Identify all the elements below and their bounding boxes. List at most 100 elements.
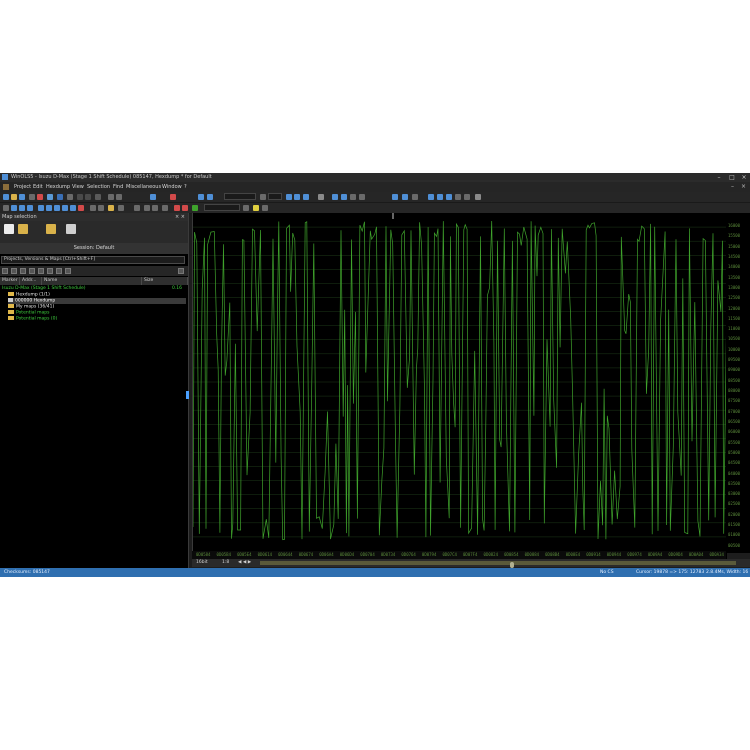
- value-field[interactable]: [224, 193, 256, 200]
- factor-icon[interactable]: [108, 205, 114, 211]
- mark-icon[interactable]: [70, 205, 76, 211]
- next-icon[interactable]: [207, 194, 213, 200]
- menu-selection[interactable]: Selection: [87, 182, 110, 192]
- options-icon[interactable]: [475, 194, 481, 200]
- smooth-icon[interactable]: [152, 205, 158, 211]
- float-icon[interactable]: [455, 194, 461, 200]
- filter-2d-icon[interactable]: [20, 268, 26, 274]
- grid-icon[interactable]: [318, 194, 324, 200]
- col-name[interactable]: Name: [42, 277, 142, 285]
- menu-hexdump[interactable]: Hexdump: [46, 182, 70, 192]
- bits-16-icon[interactable]: [437, 194, 443, 200]
- find-icon[interactable]: [150, 194, 156, 200]
- properties-icon[interactable]: [3, 205, 9, 211]
- last-icon[interactable]: [62, 205, 68, 211]
- tree-row-potential-maps-empty[interactable]: Potential maps (0): [8, 316, 57, 322]
- view-2d-icon[interactable]: [286, 194, 292, 200]
- mdi-minimize-button[interactable]: –: [731, 182, 734, 192]
- col-size[interactable]: Size: [142, 277, 188, 285]
- menu-project[interactable]: Project: [14, 182, 31, 192]
- flatten-icon[interactable]: [144, 205, 150, 211]
- cut-icon[interactable]: [77, 194, 83, 200]
- delete-icon[interactable]: [37, 194, 43, 200]
- map-icon[interactable]: [11, 205, 17, 211]
- prev-icon[interactable]: [198, 194, 204, 200]
- project-filter-input[interactable]: Projects, Versions & Maps [Ctrl+Shift+F]: [1, 256, 185, 264]
- menu-edit[interactable]: Edit: [33, 182, 43, 192]
- endian-icon[interactable]: [464, 194, 470, 200]
- copy-icon[interactable]: [85, 194, 91, 200]
- hex-icon[interactable]: [392, 194, 398, 200]
- new-project-icon[interactable]: [4, 224, 14, 234]
- red-flag-icon[interactable]: [174, 205, 180, 211]
- forward-icon[interactable]: [54, 205, 60, 211]
- redo-icon[interactable]: [116, 194, 122, 200]
- filter-folder-icon[interactable]: [65, 268, 71, 274]
- horizontal-scrollbar[interactable]: [260, 561, 736, 568]
- monitor-icon[interactable]: [57, 194, 63, 200]
- spin-icon[interactable]: [260, 194, 266, 200]
- save-icon[interactable]: [19, 194, 25, 200]
- filter-3d-icon[interactable]: [29, 268, 35, 274]
- bit-mode-label[interactable]: 16bit: [196, 559, 208, 567]
- stop-icon[interactable]: [170, 194, 176, 200]
- step-field[interactable]: [268, 193, 282, 200]
- bits-8-icon[interactable]: [428, 194, 434, 200]
- view-text-icon[interactable]: [303, 194, 309, 200]
- filter-marked-icon[interactable]: [47, 268, 53, 274]
- back-icon[interactable]: [46, 205, 52, 211]
- menu-miscellaneous[interactable]: Miscellaneous: [126, 182, 161, 192]
- filter-all-icon[interactable]: [2, 268, 8, 274]
- signed-icon[interactable]: [412, 194, 418, 200]
- hexdump-2d-graph[interactable]: [192, 213, 727, 563]
- add-icon[interactable]: [98, 205, 104, 211]
- filter-changed-icon[interactable]: [56, 268, 62, 274]
- menu-view[interactable]: View: [72, 182, 84, 192]
- set-icon[interactable]: [118, 205, 124, 211]
- interpolate-icon[interactable]: [134, 205, 140, 211]
- panel-close-button[interactable]: × ×: [175, 213, 185, 221]
- col-address[interactable]: Addr...: [20, 277, 42, 285]
- session-label[interactable]: Session: Default: [0, 243, 188, 254]
- close-button[interactable]: ×: [738, 173, 750, 182]
- zoom-in-icon[interactable]: [332, 194, 338, 200]
- checksum-icon[interactable]: [27, 205, 33, 211]
- window-icon[interactable]: [47, 194, 53, 200]
- filter-text-icon[interactable]: [38, 268, 44, 274]
- menu-window[interactable]: Window: [162, 182, 182, 192]
- search-go-icon[interactable]: [243, 205, 249, 211]
- export-icon[interactable]: [66, 224, 76, 234]
- undo-icon[interactable]: [108, 194, 114, 200]
- red-mark-icon[interactable]: [182, 205, 188, 211]
- width-icon[interactable]: [350, 194, 356, 200]
- zoom-out-icon[interactable]: [341, 194, 347, 200]
- first-icon[interactable]: [38, 205, 44, 211]
- import-icon[interactable]: [29, 194, 35, 200]
- zoom-label[interactable]: 1:8: [222, 559, 229, 567]
- height-icon[interactable]: [359, 194, 365, 200]
- minimize-button[interactable]: –: [713, 173, 725, 182]
- search-field[interactable]: [204, 204, 240, 211]
- lightbulb-icon[interactable]: [253, 205, 259, 211]
- print-icon[interactable]: [67, 194, 73, 200]
- unmark-icon[interactable]: [78, 205, 84, 211]
- dec-icon[interactable]: [402, 194, 408, 200]
- paste-icon[interactable]: [95, 194, 101, 200]
- panel-splitter[interactable]: [186, 391, 189, 399]
- percent-icon[interactable]: [90, 205, 96, 211]
- open-icon[interactable]: [11, 194, 17, 200]
- view-3d-icon[interactable]: [294, 194, 300, 200]
- green-mark-icon[interactable]: [192, 205, 198, 211]
- copy-map-icon[interactable]: [162, 205, 168, 211]
- new-icon[interactable]: [3, 194, 9, 200]
- menu-find[interactable]: Find: [113, 182, 123, 192]
- compare-icon[interactable]: [19, 205, 25, 211]
- import-project-icon[interactable]: [46, 224, 56, 234]
- mdi-close-button[interactable]: ×: [741, 182, 746, 192]
- filter-1d-icon[interactable]: [11, 268, 17, 274]
- maximize-button[interactable]: □: [726, 173, 738, 182]
- help-icon[interactable]: [262, 205, 268, 211]
- bits-32-icon[interactable]: [446, 194, 452, 200]
- menu-help[interactable]: ?: [184, 182, 187, 192]
- col-marker[interactable]: Marker: [0, 277, 20, 285]
